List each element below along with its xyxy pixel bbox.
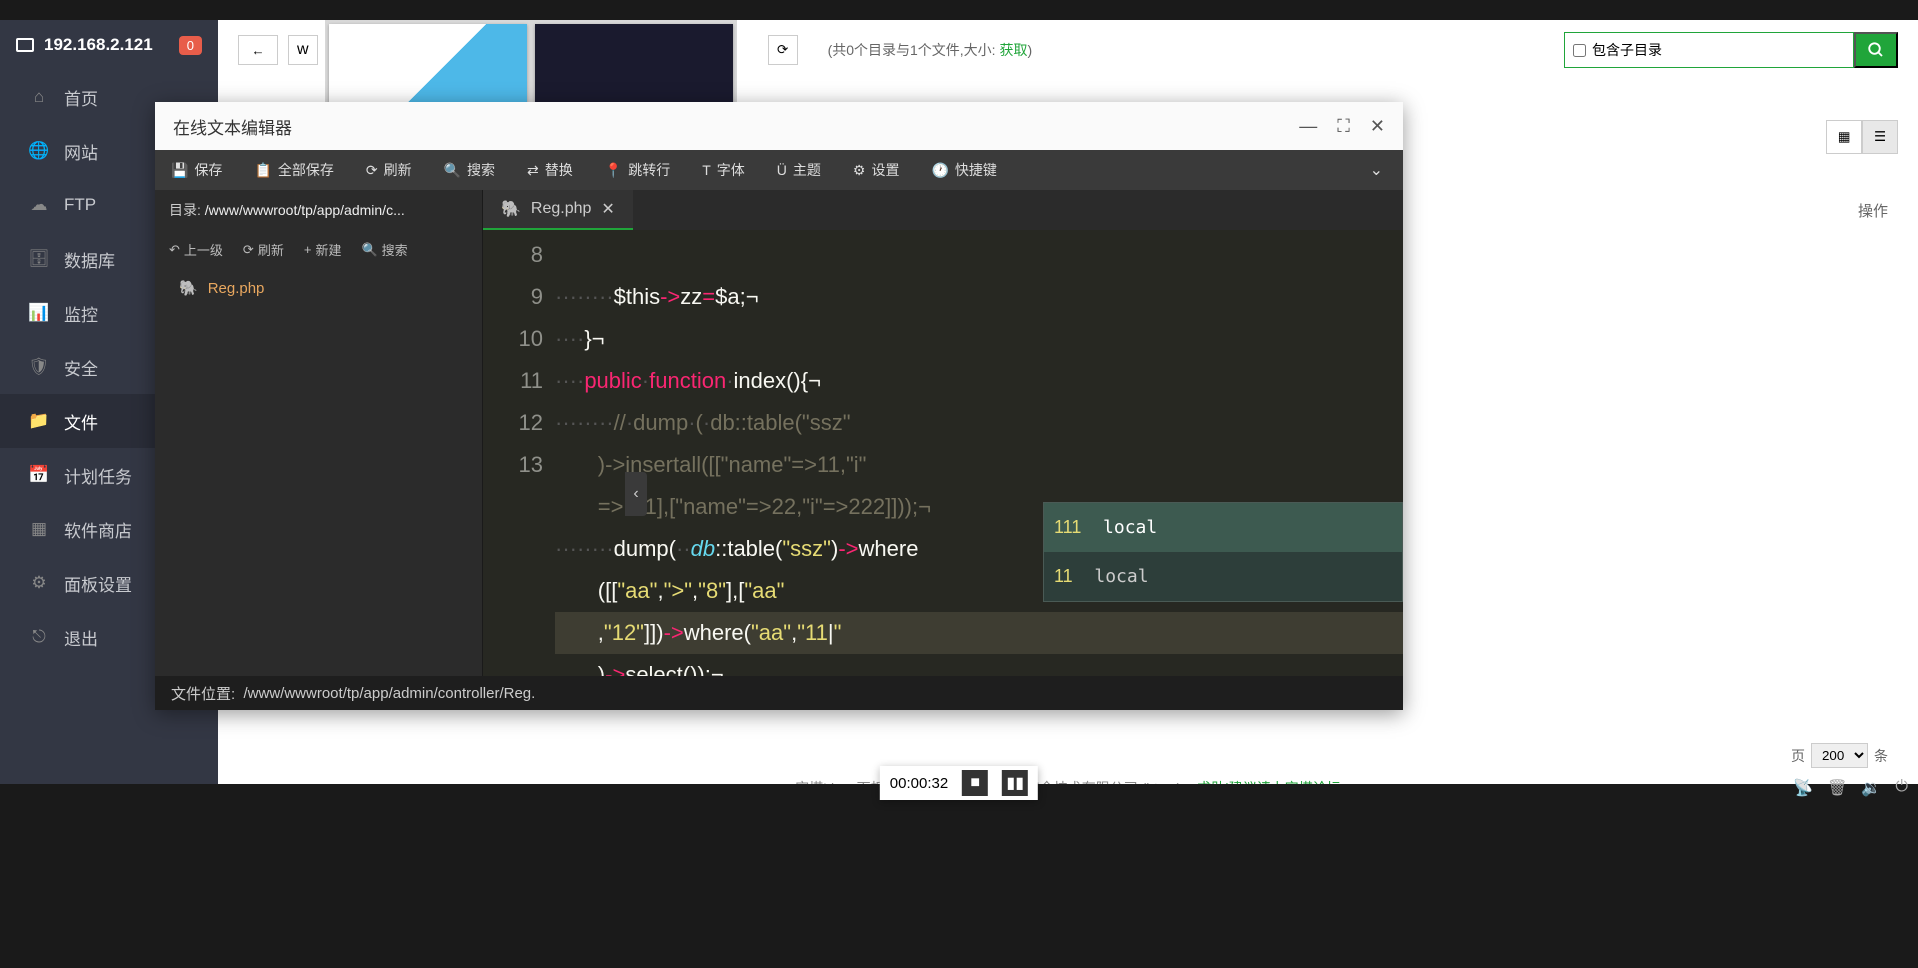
toolbar-theme-button[interactable]: Ü主题: [761, 150, 837, 190]
system-tray: 📡 🗑 🔉 ⏻: [1793, 778, 1908, 798]
tab-close-button[interactable]: ✕: [601, 199, 614, 219]
notification-badge[interactable]: 0: [179, 36, 202, 55]
path-fragment: w: [288, 35, 318, 65]
autocomplete-item[interactable]: 111 local: [1044, 503, 1402, 552]
file-action-plus[interactable]: +新建: [298, 236, 348, 263]
grid-icon: ▦: [30, 520, 48, 538]
video-controls: 00:00:32 ■ ▮▮: [880, 766, 1038, 800]
code-editor[interactable]: 8910111213 ········$this->zz=$a;¬ ····}¬…: [483, 230, 1403, 676]
editor-title: 在线文本编辑器: [173, 114, 292, 139]
search-button[interactable]: [1854, 32, 1898, 68]
search-icon: 🔍: [361, 242, 377, 258]
file-action-search[interactable]: 🔍搜索: [355, 236, 413, 263]
toolbar-font-button[interactable]: T字体: [686, 150, 761, 190]
editor-titlebar: 在线文本编辑器 — ⛶ ✕: [155, 102, 1403, 150]
file-action-refresh[interactable]: ⟳刷新: [237, 236, 290, 263]
php-file-icon: 🐘: [179, 279, 198, 297]
editor-status-bar: 文件位置: /www/wwwroot/tp/app/admin/controll…: [155, 676, 1403, 710]
settings-icon: ⚙: [853, 162, 866, 179]
goto-icon: 📍: [605, 162, 622, 179]
font-icon: T: [702, 162, 711, 178]
replace-icon: ⇄: [527, 162, 539, 179]
maximize-button[interactable]: ⛶: [1337, 116, 1350, 137]
search-input-wrap: 包含子目录: [1564, 32, 1854, 68]
network-icon[interactable]: 📡: [1793, 778, 1813, 798]
power-icon[interactable]: ⏻: [1895, 778, 1908, 798]
folder-icon: 📁: [30, 412, 48, 430]
autocomplete-item[interactable]: 11 local: [1044, 552, 1402, 601]
page-size-select[interactable]: 200: [1811, 743, 1868, 768]
volume-icon[interactable]: 🔉: [1861, 778, 1881, 798]
monitor-icon: 📊: [30, 304, 48, 322]
up-icon: ↶: [169, 242, 180, 258]
video-pause-button[interactable]: ▮▮: [1002, 770, 1028, 796]
gear-icon: ⚙: [30, 574, 48, 592]
editor-window: 在线文本编辑器 — ⛶ ✕ 💾保存📋全部保存⟳刷新🔍搜索⇄替换📍跳转行T字体Ü主…: [155, 102, 1403, 710]
home-icon: ⌂: [30, 88, 48, 106]
autocomplete-popup: 111 local11 local: [1043, 502, 1403, 602]
plus-icon: +: [304, 242, 312, 257]
toolbar-saveall-button[interactable]: 📋全部保存: [238, 150, 349, 190]
file-action-up[interactable]: ↶上一级: [163, 236, 229, 263]
monitor-icon: [16, 38, 34, 52]
toolbar-goto-button[interactable]: 📍跳转行: [589, 150, 686, 190]
grid-view-button[interactable]: ▦: [1826, 120, 1862, 154]
toolbar-refresh-button[interactable]: ⟳刷新: [350, 150, 428, 190]
saveall-icon: 📋: [254, 162, 271, 179]
ip-address: 192.168.2.121: [44, 35, 153, 55]
back-button[interactable]: ←: [238, 35, 278, 65]
search-icon: 🔍: [444, 162, 461, 179]
globe-icon: 🌐: [30, 142, 48, 160]
theme-icon: Ü: [777, 162, 787, 178]
code-area: 🐘 Reg.php ✕ 8910111213 ········$this->zz…: [483, 190, 1403, 676]
include-subdir-checkbox[interactable]: 包含子目录: [1573, 40, 1662, 60]
sidebar-collapse-button[interactable]: ‹: [625, 472, 647, 516]
editor-file-tree: 目录: /www/wwwroot/tp/app/admin/c... ↶上一级 ⟳…: [155, 190, 483, 676]
dir-path: /www/wwwroot/tp/app/admin/c...: [205, 202, 405, 218]
toolbar-search-button[interactable]: 🔍搜索: [428, 150, 511, 190]
editor-toolbar: 💾保存📋全部保存⟳刷新🔍搜索⇄替换📍跳转行T字体Ü主题⚙设置🕐快捷键 ⌄: [155, 150, 1403, 190]
list-view-button[interactable]: ☰: [1862, 120, 1898, 154]
cloud-icon: ☁: [30, 196, 48, 214]
db-icon: 🗄: [30, 250, 48, 268]
refresh-icon: ⟳: [366, 162, 378, 179]
trash-icon[interactable]: 🗑: [1827, 778, 1847, 798]
video-time: 00:00:32: [890, 775, 948, 792]
sidebar-header: 192.168.2.121 0: [0, 20, 218, 70]
get-size-link[interactable]: 获取: [999, 42, 1027, 58]
dir-info: (共0个目录与1个文件,大小: 获取): [828, 40, 1033, 60]
toolbar-more-button[interactable]: ⌄: [1350, 160, 1403, 180]
toolbar-replace-button[interactable]: ⇄替换: [511, 150, 589, 190]
save-icon: 💾: [171, 162, 188, 179]
toolbar-settings-button[interactable]: ⚙设置: [837, 150, 916, 190]
operation-column-header: 操作: [1858, 200, 1888, 221]
toolbar-shortcut-button[interactable]: 🕐快捷键: [915, 150, 1012, 190]
editor-tab[interactable]: 🐘 Reg.php ✕: [483, 190, 633, 230]
shield-icon: 🛡: [30, 358, 48, 376]
close-button[interactable]: ✕: [1370, 116, 1385, 137]
calendar-icon: 📅: [30, 466, 48, 484]
shortcut-icon: 🕐: [931, 162, 948, 179]
pagination: 页 200 条: [1791, 743, 1888, 768]
toolbar-save-button[interactable]: 💾保存: [155, 150, 238, 190]
dir-label: 目录:: [169, 202, 201, 218]
tab-label: Reg.php: [531, 200, 592, 218]
taskbar: [0, 784, 1918, 968]
file-tree-item[interactable]: 🐘 Reg.php: [155, 269, 482, 307]
php-file-icon: 🐘: [501, 199, 521, 219]
minimize-button[interactable]: —: [1299, 116, 1317, 137]
refresh-icon: ⟳: [243, 242, 254, 258]
refresh-button[interactable]: ⟳: [768, 35, 798, 65]
exit-icon: ⎋: [30, 628, 48, 646]
video-stop-button[interactable]: ■: [962, 770, 988, 796]
